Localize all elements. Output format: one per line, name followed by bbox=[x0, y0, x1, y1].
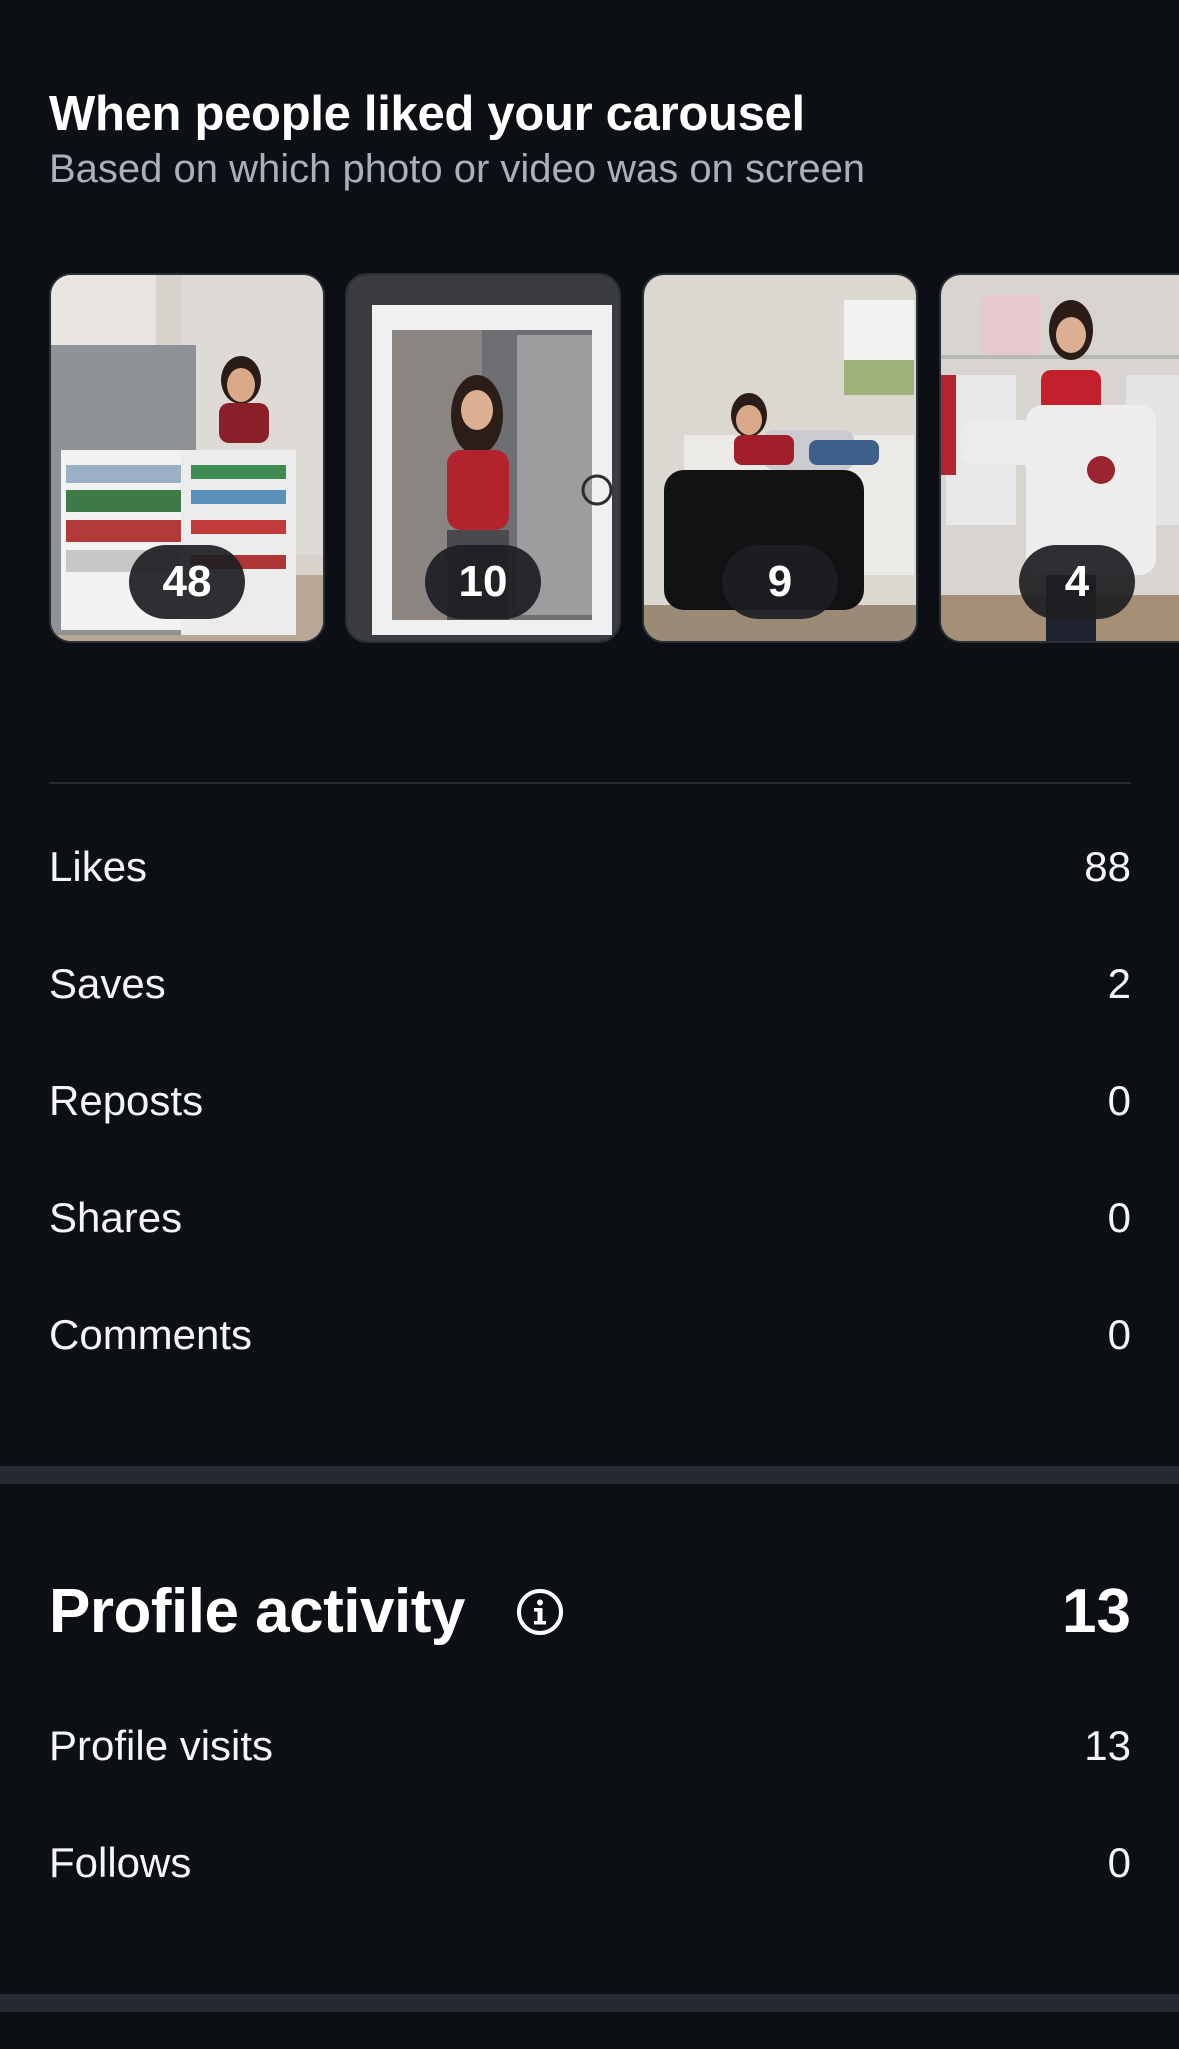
stat-row-follows: Follows 0 bbox=[49, 1833, 1131, 1893]
stat-value: 13 bbox=[1084, 1722, 1131, 1769]
stat-label: Reposts bbox=[49, 1077, 204, 1124]
stat-label: Saves bbox=[49, 960, 166, 1007]
section-separator-band bbox=[0, 1466, 1179, 1484]
profile-activity-title: Profile activity bbox=[49, 1577, 465, 1646]
section-header: When people liked your carousel Based on… bbox=[49, 84, 1129, 194]
stat-row-reposts: Reposts 0 bbox=[49, 1071, 1131, 1131]
stat-label: Shares bbox=[49, 1194, 183, 1241]
section-subtitle: Based on which photo or video was on scr… bbox=[49, 147, 866, 191]
section-divider bbox=[49, 782, 1131, 784]
stat-row-likes: Likes 88 bbox=[49, 837, 1131, 897]
stat-value: 88 bbox=[1084, 843, 1131, 890]
stat-value: 0 bbox=[1107, 1077, 1131, 1124]
section-title: When people liked your carousel bbox=[49, 87, 805, 141]
carousel-slide-2[interactable]: 10 bbox=[345, 273, 621, 643]
stat-row-saves: Saves 2 bbox=[49, 954, 1131, 1014]
stat-label: Likes bbox=[49, 843, 148, 890]
stat-row-shares: Shares 0 bbox=[49, 1188, 1131, 1248]
stat-label: Follows bbox=[49, 1839, 192, 1886]
stat-label: Profile visits bbox=[49, 1722, 274, 1769]
section-separator-band bbox=[0, 1994, 1179, 2012]
slide-like-count: 9 bbox=[722, 545, 838, 619]
stat-value: 0 bbox=[1107, 1311, 1131, 1358]
stat-row-profile-visits: Profile visits 13 bbox=[49, 1716, 1131, 1776]
carousel-slide-3[interactable]: 9 bbox=[642, 273, 918, 643]
slide-like-count: 4 bbox=[1019, 545, 1135, 619]
stat-row-comments: Comments 0 bbox=[49, 1305, 1131, 1365]
stat-value: 2 bbox=[1107, 960, 1131, 1007]
carousel-slide-1[interactable]: 48 bbox=[49, 273, 325, 643]
stat-value: 0 bbox=[1107, 1194, 1131, 1241]
stat-label: Comments bbox=[49, 1311, 253, 1358]
info-icon[interactable] bbox=[516, 1588, 564, 1636]
slide-like-count: 10 bbox=[425, 545, 541, 619]
carousel-slide-4[interactable]: 4 bbox=[939, 273, 1179, 643]
stat-value: 0 bbox=[1107, 1839, 1131, 1886]
profile-activity-total: 13 bbox=[1062, 1577, 1131, 1646]
carousel-thumbnails[interactable]: 48 10 9 4 bbox=[49, 273, 1179, 643]
profile-activity-header: Profile activity 13 bbox=[49, 1572, 1131, 1652]
slide-like-count: 48 bbox=[129, 545, 245, 619]
